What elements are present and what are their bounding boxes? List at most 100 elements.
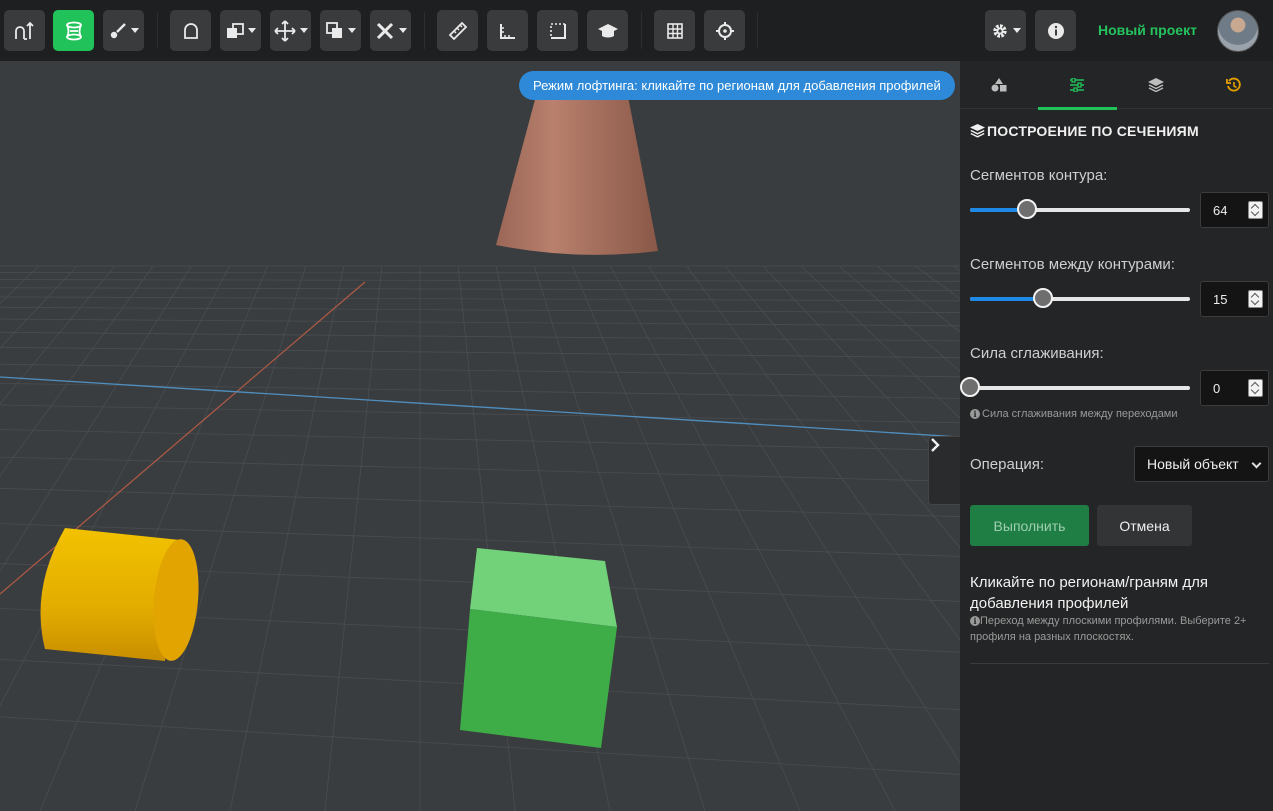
brush-icon — [110, 22, 126, 38]
mode-hint-banner: Режим лофтинга: кликайте по регионам для… — [519, 71, 955, 100]
section-title-text: ПОСТРОЕНИЕ ПО СЕЧЕНИЯМ — [987, 123, 1199, 139]
chevron-down-icon — [1012, 28, 1021, 33]
crosshair-icon — [715, 21, 734, 40]
grid-icon — [666, 22, 683, 39]
frame-icon — [549, 22, 566, 39]
execute-button[interactable]: Выполнить — [970, 505, 1089, 546]
operation-select[interactable]: Новый объект — [1134, 446, 1269, 482]
slider-fill — [970, 297, 1043, 301]
chevron-right-icon — [931, 438, 940, 452]
smoothing-help: i Сила сглаживания между переходами — [970, 408, 1178, 420]
frame-tool-button[interactable] — [537, 10, 578, 51]
smoothing-help-text: Сила сглаживания между переходами — [982, 408, 1178, 420]
chevron-down-icon — [1251, 458, 1262, 469]
sliders-icon — [1070, 78, 1085, 92]
toolbar-divider — [157, 12, 158, 49]
instruction-title: Кликайте по регионам/граням для добавлен… — [970, 574, 1208, 612]
layers-icon — [1147, 78, 1164, 92]
instruction-note-text: Переход между плоскими профилями. Выбери… — [970, 615, 1247, 643]
chevron-down-icon — [347, 28, 356, 33]
slider-thumb[interactable] — [960, 377, 980, 397]
tab-shapes[interactable] — [960, 61, 1038, 109]
toolbar-divider — [641, 12, 642, 49]
cancel-button[interactable]: Отмена — [1097, 505, 1192, 546]
properties-panel: ПОСТРОЕНИЕ ПО СЕЧЕНИЯМ Сегментов контура… — [960, 61, 1273, 811]
loft-icon — [65, 21, 82, 40]
z-axis-line — [0, 376, 960, 438]
contour-segments-slider[interactable] — [970, 199, 1190, 219]
between-segments-input[interactable]: 15 — [1200, 281, 1269, 317]
copy-icon — [325, 21, 342, 38]
chevron-down-icon — [398, 28, 407, 33]
angle-ruler-icon — [499, 23, 515, 39]
wrench-icon — [376, 22, 393, 39]
contour-segments-value: 64 — [1213, 203, 1228, 218]
contour-segments-label: Сегментов контура: — [970, 167, 1108, 184]
spinner-icon[interactable] — [1248, 379, 1263, 397]
spinner-icon[interactable] — [1248, 290, 1263, 308]
move-tool-button[interactable] — [270, 10, 311, 51]
between-segments-slider[interactable] — [970, 288, 1190, 308]
between-segments-value: 15 — [1213, 292, 1228, 307]
tools-menu-button[interactable] — [370, 10, 411, 51]
sketch-arrow-icon — [14, 21, 34, 40]
gear-icon — [992, 23, 1007, 38]
smoothing-slider[interactable] — [960, 377, 1190, 397]
boolean-tool-button[interactable] — [220, 10, 261, 51]
instruction-note: i Переход между плоскими профилями. Выбер… — [970, 613, 1265, 645]
loft-tool-button[interactable] — [53, 10, 94, 51]
smoothing-value: 0 — [1213, 381, 1221, 396]
duplicate-tool-button[interactable] — [320, 10, 361, 51]
smoothing-label: Сила сглаживания: — [970, 345, 1104, 362]
graduation-cap-icon — [597, 23, 618, 37]
angle-tool-button[interactable] — [487, 10, 528, 51]
operation-selected-value: Новый объект — [1147, 456, 1239, 472]
shapes-icon — [991, 78, 1007, 92]
slider-thumb[interactable] — [1017, 199, 1038, 219]
chevron-down-icon — [247, 28, 256, 33]
tab-properties[interactable] — [1038, 61, 1117, 110]
settings-button[interactable] — [985, 10, 1026, 51]
measure-tool-button[interactable] — [437, 10, 478, 51]
panel-collapse-button[interactable] — [928, 436, 960, 505]
project-name[interactable]: Новый проект — [1098, 22, 1197, 38]
toolbar-divider — [424, 12, 425, 49]
arch-icon — [183, 22, 198, 39]
grid-toggle-button[interactable] — [654, 10, 695, 51]
between-segments-label: Сегментов между контурами: — [970, 256, 1175, 273]
avatar[interactable] — [1217, 10, 1259, 52]
info-icon: i — [970, 409, 980, 419]
section-title: ПОСТРОЕНИЕ ПО СЕЧЕНИЯМ — [970, 123, 1199, 139]
boolean-icon — [226, 22, 244, 38]
top-toolbar: Новый проект — [0, 0, 1273, 61]
toolbar-divider — [757, 12, 758, 49]
scene-canvas[interactable] — [0, 61, 960, 811]
tab-history[interactable] — [1195, 61, 1273, 109]
ruler-icon — [448, 21, 467, 40]
info-icon: i — [970, 616, 980, 626]
snap-toggle-button[interactable] — [704, 10, 745, 51]
spinner-icon[interactable] — [1248, 201, 1263, 219]
shape-tool-button[interactable] — [170, 10, 211, 51]
smoothing-input[interactable]: 0 — [1200, 370, 1269, 406]
operation-label: Операция: — [970, 456, 1045, 473]
contour-segments-input[interactable]: 64 — [1200, 192, 1269, 228]
draw-tool-button[interactable] — [103, 10, 144, 51]
cone-object[interactable] — [496, 81, 658, 255]
tab-layers[interactable] — [1117, 61, 1195, 109]
chevron-down-icon — [130, 28, 139, 33]
slider-thumb[interactable] — [1032, 288, 1053, 308]
layers-icon — [970, 124, 985, 138]
history-icon — [1225, 77, 1241, 92]
panel-divider — [970, 663, 1269, 664]
cube-object[interactable] — [460, 548, 617, 748]
tutorial-button[interactable] — [587, 10, 628, 51]
3d-viewport[interactable]: Режим лофтинга: кликайте по регионам для… — [0, 61, 960, 811]
chevron-down-icon — [299, 28, 308, 33]
cylinder-object[interactable] — [40, 528, 204, 663]
sketch-tool-button[interactable] — [4, 10, 45, 51]
info-button[interactable] — [1035, 10, 1076, 51]
panel-tabs — [960, 61, 1273, 110]
info-icon — [1047, 22, 1064, 39]
move-icon — [273, 19, 296, 42]
